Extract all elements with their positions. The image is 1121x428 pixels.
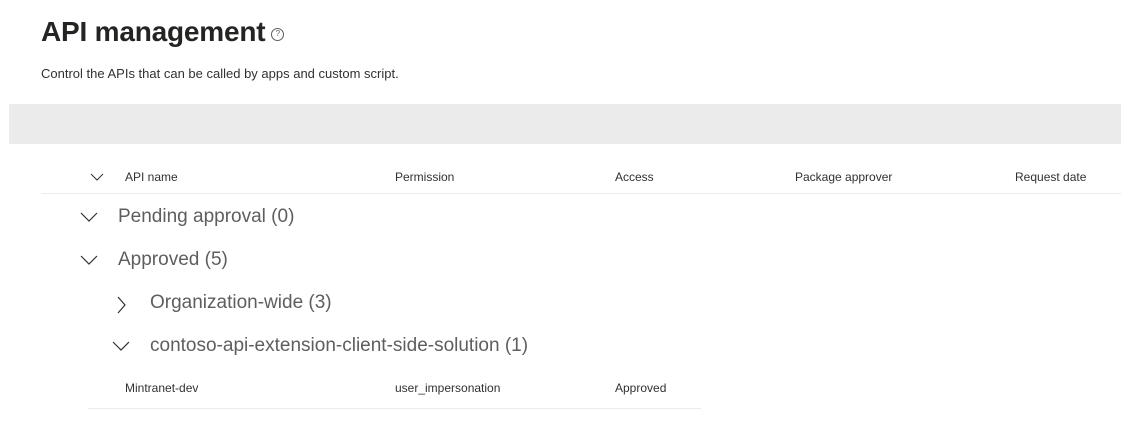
group-label: contoso-api-extension-client-side-soluti… bbox=[150, 335, 529, 356]
cell-access: Approved bbox=[615, 381, 667, 395]
group-pending-approval[interactable]: Pending approval (0) bbox=[80, 202, 294, 232]
chevron-down-icon bbox=[80, 210, 98, 224]
column-header-request-date[interactable]: Request date bbox=[1015, 170, 1086, 184]
cell-permission: user_impersonation bbox=[395, 381, 501, 395]
chevron-down-icon bbox=[112, 339, 130, 353]
column-header-package-approver[interactable]: Package approver bbox=[795, 170, 892, 184]
column-header-api-name[interactable]: API name bbox=[125, 170, 178, 184]
chevron-right-icon bbox=[112, 296, 130, 314]
table-row[interactable]: Mintranet-dev user_impersonation Approve… bbox=[88, 372, 701, 409]
group-label: Organization-wide (3) bbox=[150, 292, 332, 313]
command-bar bbox=[9, 104, 1121, 144]
page-header: API management ? bbox=[41, 16, 285, 48]
chevron-down-icon bbox=[80, 253, 98, 267]
page-title: API management bbox=[41, 16, 266, 47]
group-organization-wide[interactable]: Organization-wide (3) bbox=[112, 288, 332, 318]
group-contoso-solution[interactable]: contoso-api-extension-client-side-soluti… bbox=[112, 331, 528, 361]
help-icon[interactable]: ? bbox=[271, 27, 285, 41]
group-label: Approved (5) bbox=[118, 249, 228, 270]
collapse-all-chevron-down-icon[interactable] bbox=[90, 170, 104, 182]
column-header-access[interactable]: Access bbox=[615, 170, 654, 184]
column-header-permission[interactable]: Permission bbox=[395, 170, 454, 184]
group-label: Pending approval (0) bbox=[118, 206, 295, 227]
group-approved[interactable]: Approved (5) bbox=[80, 245, 228, 275]
title-row: API management ? bbox=[41, 16, 285, 48]
page-subtitle: Control the APIs that can be called by a… bbox=[41, 66, 399, 81]
list-header: API name Permission Access Package appro… bbox=[41, 160, 1121, 194]
cell-api-name: Mintranet-dev bbox=[125, 381, 199, 395]
